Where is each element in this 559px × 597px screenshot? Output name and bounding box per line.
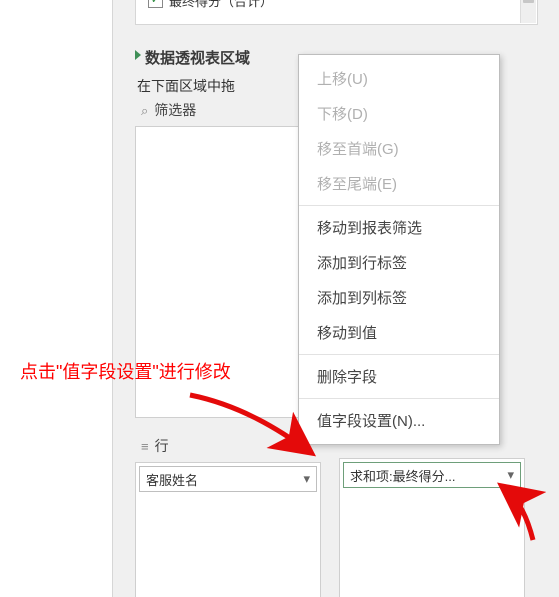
chip-rows-customer-name[interactable]: 客服姓名 ▾ <box>139 466 317 492</box>
chip-label: 客服姓名 <box>146 470 198 489</box>
field-item-label: 最终得分（合计） <box>169 0 273 10</box>
ctx-move-down: 下移(D) <box>299 96 499 131</box>
field-item-final-score[interactable]: ✓ 最终得分（合计） <box>148 0 273 10</box>
ctx-separator <box>299 354 499 355</box>
area-rows-box[interactable]: 客服姓名 ▾ <box>135 462 321 597</box>
ctx-separator <box>299 205 499 206</box>
filter-icon: ⌕ <box>141 104 148 117</box>
area-rows: ≡ 行 客服姓名 ▾ <box>135 434 321 597</box>
ctx-delete-field[interactable]: 删除字段 <box>299 359 499 394</box>
field-list: ✓ 最终得分（合计） <box>135 0 538 25</box>
ctx-add-to-rows[interactable]: 添加到行标签 <box>299 245 499 280</box>
checkbox-icon[interactable]: ✓ <box>148 0 163 8</box>
ctx-value-field-settings[interactable]: 值字段设置(N)... <box>299 403 499 438</box>
field-list-scrollbar[interactable] <box>520 0 536 23</box>
area-filters-label: 筛选器 <box>154 100 196 120</box>
area-values: Σvalues 求和项:最终得分... ▾ <box>339 434 525 597</box>
context-menu: 上移(U) 下移(D) 移至首端(G) 移至尾端(E) 移动到报表筛选 添加到行… <box>298 54 500 445</box>
ctx-add-to-cols[interactable]: 添加到列标签 <box>299 280 499 315</box>
ctx-move-begin: 移至首端(G) <box>299 131 499 166</box>
ctx-move-end: 移至尾端(E) <box>299 166 499 201</box>
annotation-text: 点击"值字段设置"进行修改 <box>20 358 231 384</box>
rows-icon: ≡ <box>141 440 149 453</box>
ctx-move-to-values[interactable]: 移动到值 <box>299 315 499 350</box>
chevron-down-icon[interactable]: ▾ <box>507 467 514 483</box>
ctx-separator <box>299 398 499 399</box>
chevron-down-icon[interactable]: ▾ <box>303 471 310 487</box>
chip-label: 求和项:最终得分... <box>350 466 455 485</box>
area-values-box[interactable]: 求和项:最终得分... ▾ <box>339 458 525 597</box>
area-rows-label: 行 <box>155 436 169 456</box>
chip-values-sum-final-score[interactable]: 求和项:最终得分... ▾ <box>343 462 521 488</box>
scrollbar-thumb[interactable] <box>523 0 534 3</box>
ctx-move-up: 上移(U) <box>299 61 499 96</box>
ctx-move-to-filter[interactable]: 移动到报表筛选 <box>299 210 499 245</box>
